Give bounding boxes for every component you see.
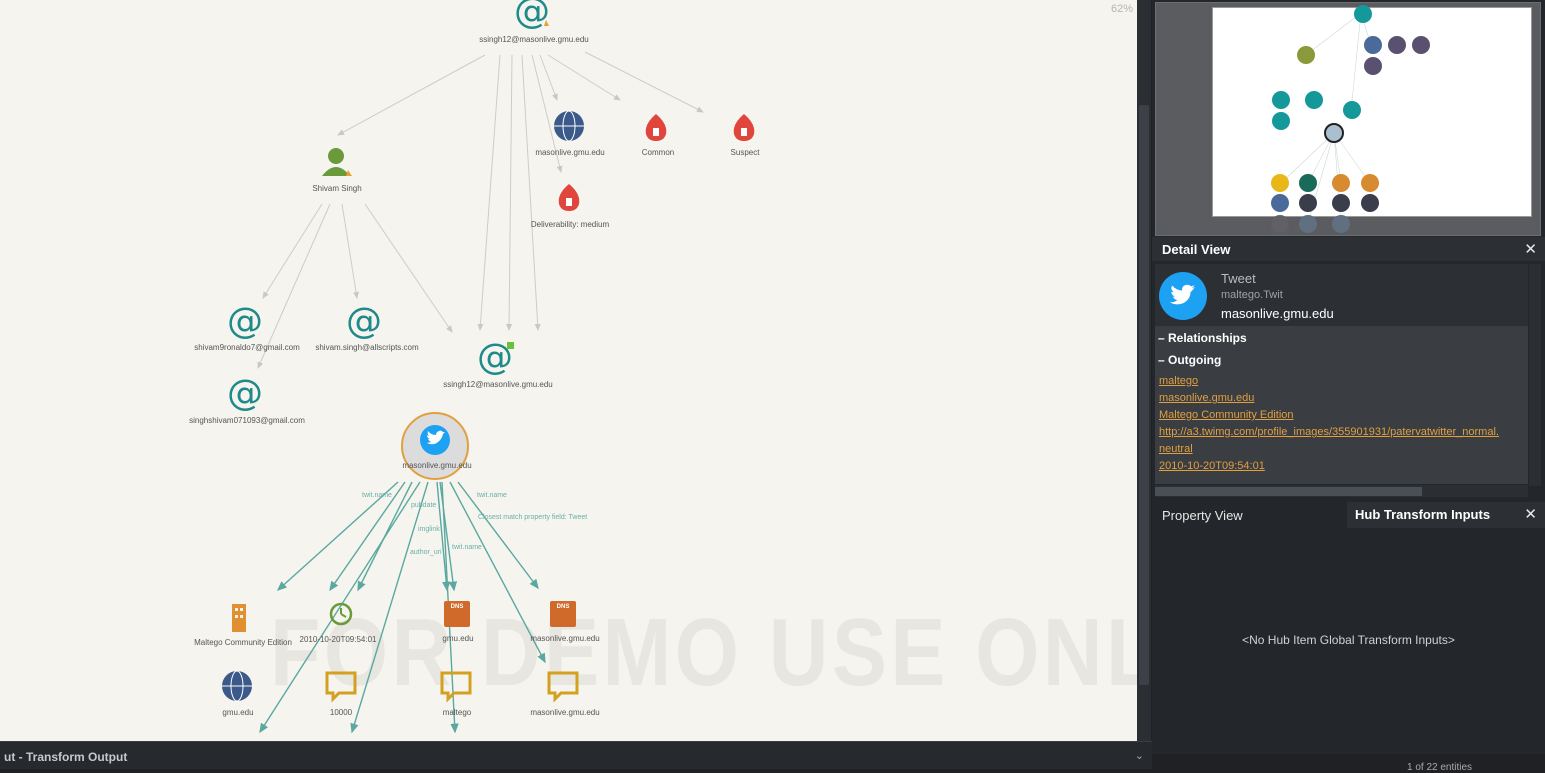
svg-text:DNS: DNS (451, 604, 464, 610)
minimap-graph (1271, 5, 1430, 233)
company-node[interactable]: Maltego Community Edition (194, 604, 292, 647)
node-label: shivam.singh@allscripts.com (315, 343, 419, 352)
node-label: ssingh12@masonlive.gmu.edu (479, 35, 589, 44)
dns-node[interactable]: DNS masonlive.gmu.edu (530, 601, 600, 643)
at-icon: @ (346, 301, 382, 342)
graph-canvas[interactable]: 62% FOR DEMO USE ONLY twit.name pubdate … (0, 0, 1137, 741)
node-label: gmu.edu (442, 634, 473, 643)
node-label: singhshivam071093@gmail.com (189, 416, 305, 425)
at-icon: @ (227, 373, 263, 414)
edge-label: author_uri (410, 549, 442, 556)
detail-vertical-scrollbar[interactable] (1529, 264, 1541, 486)
node-label: ssingh12@masonlive.gmu.edu (443, 380, 553, 389)
speech-bubble-icon (547, 671, 579, 703)
node-label: 2010-10-20T09:54:01 (300, 635, 378, 644)
node-label: gmu.edu (222, 708, 253, 717)
relationship-link[interactable]: http://a3.twimg.com/profile_images/35590… (1159, 426, 1499, 438)
relationship-link[interactable]: maltego (1159, 375, 1198, 387)
node-label: masonlive.gmu.edu (535, 148, 604, 157)
empty-message: <No Hub Item Global Transform Inputs> (1242, 633, 1455, 647)
node-label: 10000 (330, 708, 353, 717)
output-tab-strip[interactable]: ut - Transform Output (4, 750, 127, 764)
email-node[interactable]: @ singhshivam071093@gmail.com (189, 373, 305, 425)
right-panel: Detail View ✕ Tweet maltego.Twit masonli… (1152, 0, 1545, 773)
domain-node-bottom[interactable]: gmu.edu (222, 670, 254, 717)
flame-icon (645, 114, 667, 141)
edge-label: imglink (418, 526, 440, 533)
close-icon[interactable]: ✕ (1524, 240, 1537, 258)
detail-view-body: Tweet maltego.Twit masonlive.gmu.edu – R… (1155, 264, 1528, 484)
edge-label: Closest match property field: Tweet (478, 514, 587, 521)
relationship-link[interactable]: neutral (1159, 443, 1193, 455)
tab-label: Property View (1162, 508, 1243, 523)
phrase-node[interactable]: 10000 (325, 671, 357, 717)
phrase-node[interactable]: maltego (440, 671, 472, 717)
node-label: Suspect (731, 148, 761, 157)
edge-label: twit.name (362, 492, 392, 499)
relationship-link[interactable]: 2010-10-20T09:54:01 (1159, 460, 1265, 472)
relationship-link[interactable]: masonlive.gmu.edu (1159, 392, 1254, 404)
relationships-toggle[interactable]: – Relationships (1158, 331, 1247, 345)
building-icon (232, 604, 246, 632)
tweet-node-selected[interactable]: masonlive.gmu.edu (401, 412, 472, 480)
tab-label: Hub Transform Inputs (1355, 507, 1491, 522)
collapse-icon[interactable]: ⌄ (1135, 749, 1144, 762)
node-label: Common (642, 148, 674, 157)
status-bar: 1 of 22 entities (1152, 754, 1545, 773)
node-label: shivam9ronaldo7@gmail.com (194, 343, 300, 352)
detail-view-title: Detail View (1162, 242, 1231, 257)
node-label: Shivam Singh (312, 184, 361, 193)
common-node[interactable]: Common (642, 114, 674, 157)
speech-bubble-icon (325, 671, 357, 703)
twitter-icon (1159, 272, 1207, 320)
scrollbar-thumb[interactable] (1139, 105, 1149, 685)
edges-top (257, 51, 704, 369)
edge-label: pubdate (411, 502, 436, 509)
node-label: masonlive.gmu.edu (402, 461, 471, 470)
detail-horizontal-scrollbar[interactable] (1155, 485, 1528, 497)
suspect-node[interactable]: Suspect (731, 114, 761, 157)
edge-label: twit.name (452, 544, 482, 551)
scrollbar-thumb[interactable] (1155, 487, 1422, 496)
dns-node[interactable]: DNS gmu.edu (442, 601, 474, 643)
graph-svg[interactable]: twit.name pubdate imglink author_uri twi… (0, 0, 1137, 741)
flame-icon (733, 114, 755, 141)
node-label: masonlive.gmu.edu (530, 708, 599, 717)
email-node-top[interactable]: @ ssingh12@masonlive.gmu.edu (479, 0, 589, 44)
at-icon: @ (514, 0, 550, 32)
email-node[interactable]: @ shivam.singh@allscripts.com (315, 301, 419, 352)
email-node-mid[interactable]: @ ssingh12@masonlive.gmu.edu (443, 337, 553, 389)
node-label: masonlive.gmu.edu (530, 634, 599, 643)
flame-icon (558, 184, 580, 211)
entity-value: masonlive.gmu.edu (1221, 306, 1334, 321)
detail-view-header: Detail View ✕ (1152, 237, 1545, 261)
phrase-node[interactable]: masonlive.gmu.edu (530, 671, 600, 717)
graph-vertical-scrollbar[interactable] (1137, 0, 1151, 741)
svg-text:DNS: DNS (557, 604, 570, 610)
entity-type: Tweet (1221, 271, 1256, 286)
edge-label: twit.name (477, 492, 507, 499)
tab-property-view[interactable]: Property View (1152, 502, 1347, 528)
node-label: Maltego Community Edition (194, 638, 292, 647)
overview-minimap[interactable] (1155, 2, 1541, 236)
close-icon[interactable]: ✕ (1524, 505, 1537, 523)
outgoing-toggle[interactable]: – Outgoing (1158, 353, 1221, 367)
domain-node-top[interactable]: masonlive.gmu.edu (535, 110, 605, 157)
node-label: Deliverability: medium (531, 220, 610, 229)
relationship-link[interactable]: Maltego Community Edition (1159, 409, 1294, 421)
entity-class: maltego.Twit (1221, 289, 1283, 301)
deliverability-node[interactable]: Deliverability: medium (531, 184, 610, 229)
speech-bubble-icon (440, 671, 472, 703)
node-label: maltego (443, 708, 472, 717)
person-icon (328, 148, 344, 164)
hub-inputs-panel: <No Hub Item Global Transform Inputs> (1152, 528, 1545, 754)
at-icon: @ (227, 301, 263, 342)
person-node[interactable]: Shivam Singh (312, 148, 362, 193)
entity-card: Tweet maltego.Twit masonlive.gmu.edu (1155, 264, 1528, 326)
bottom-panel-bar: ut - Transform Output ⌄ (0, 741, 1152, 769)
tab-hub-transform-inputs[interactable]: Hub Transform Inputs ✕ (1347, 502, 1545, 528)
